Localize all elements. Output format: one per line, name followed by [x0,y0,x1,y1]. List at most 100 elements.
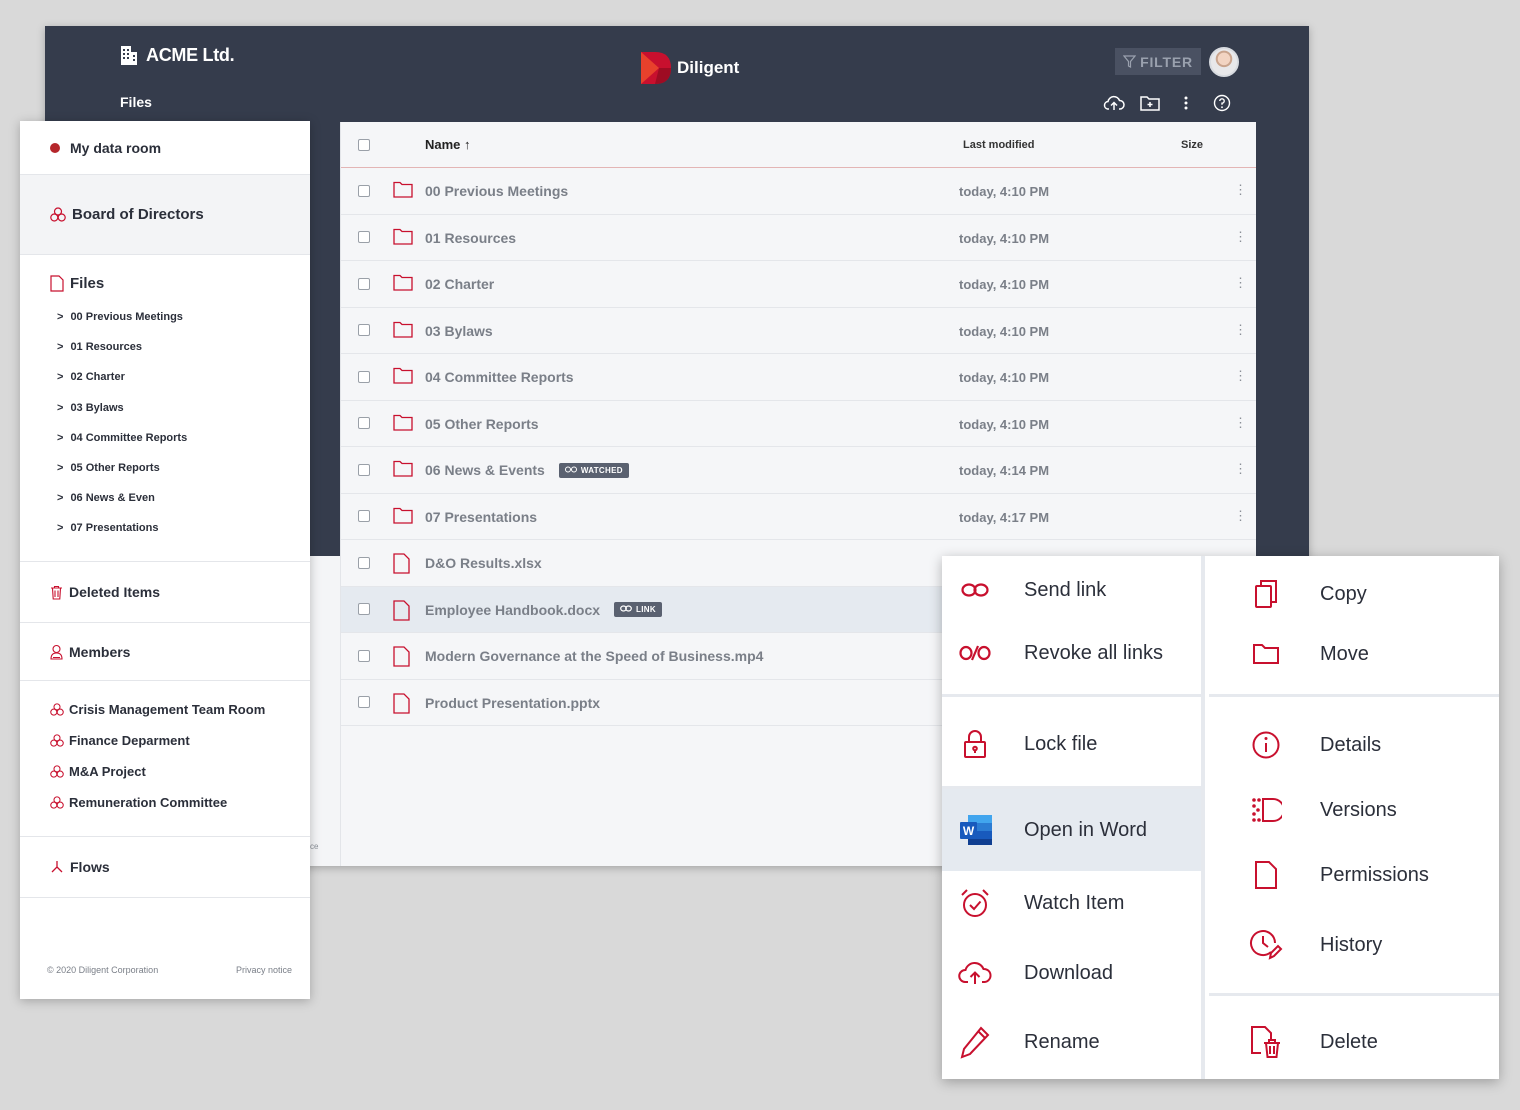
sidebar-item-members[interactable]: Members [20,623,310,681]
row-name[interactable]: 05 Other Reports [425,416,539,432]
column-modified-header[interactable]: Last modified [963,139,1035,151]
menu-item-details[interactable]: Details [1209,722,1499,768]
column-name-header[interactable]: Name ↑ [425,137,471,152]
new-folder-icon[interactable] [1139,92,1161,114]
row-checkbox[interactable] [358,556,370,569]
row-checkbox[interactable] [358,510,370,523]
clock-edit-icon [1249,928,1283,962]
row-more-icon[interactable]: ⋮ [1234,322,1247,338]
row-more-icon[interactable]: ⋮ [1234,461,1247,477]
table-row[interactable]: 00 Previous Meetings today, 4:10 PM ⋮ [341,168,1256,215]
sidebar-folder-item[interactable]: >01 Resources [20,332,310,362]
filter-label: FILTER [1140,53,1193,70]
row-checkbox[interactable] [358,277,370,290]
menu-item-watch-item[interactable]: Watch Item [942,880,1201,926]
table-row[interactable]: 03 Bylaws today, 4:10 PM ⋮ [341,308,1256,354]
members-label: Members [69,643,131,660]
table-row[interactable]: 04 Committee Reports today, 4:10 PM ⋮ [341,354,1256,401]
menu-item-copy[interactable]: Copy [1209,571,1499,617]
row-more-icon[interactable]: ⋮ [1234,415,1247,431]
row-name[interactable]: Modern Governance at the Speed of Busine… [425,648,763,664]
menu-item-delete[interactable]: Delete [1209,1019,1499,1065]
table-row[interactable]: 02 Charter today, 4:10 PM ⋮ [341,261,1256,308]
row-checkbox[interactable] [358,417,370,430]
select-all-checkbox[interactable] [358,138,370,151]
sidebar-item-flows[interactable]: Flows [20,837,310,898]
row-checkbox[interactable] [358,463,370,476]
row-modified: today, 4:10 PM [959,184,1050,199]
sidebar-room-item[interactable]: Crisis Management Team Room [20,694,310,725]
menu-item-open-in-word[interactable]: W Open in Word [942,789,1201,871]
row-checkbox[interactable] [358,184,370,197]
row-name-text: 07 Presentations [425,508,538,525]
menu-item-send-link[interactable]: Send link [942,568,1201,612]
my-data-room-row: My data room [20,140,161,156]
menu-item-revoke-links[interactable]: Revoke all links [942,631,1201,675]
menu-item-move[interactable]: Move [1209,631,1499,677]
sidebar-folder-item[interactable]: >03 Bylaws [20,393,310,423]
context-menu: Send link Revoke all links Lock file W O… [942,556,1499,1079]
filter-button[interactable]: FILTER [1115,48,1201,75]
sidebar-folder-item[interactable]: >05 Other Reports [20,453,310,483]
row-checkbox[interactable] [358,324,370,337]
help-icon[interactable] [1211,92,1233,114]
sidebar-item-my-data-room[interactable]: My data room [20,121,310,175]
row-modified: today, 4:10 PM [959,323,1050,339]
menu-item-history[interactable]: History [1209,922,1499,968]
word-badge-letter: W [963,824,975,838]
privacy-link[interactable]: Privacy notice [236,965,292,975]
row-name[interactable]: Employee Handbook.docx LINK [425,602,662,618]
sidebar-folder-item[interactable]: >04 Committee Reports [20,423,310,453]
row-name[interactable]: 07 Presentations [425,509,537,525]
sidebar-folder-item[interactable]: >00 Previous Meetings [20,302,310,332]
row-more-icon[interactable]: ⋮ [1234,275,1247,291]
row-checkbox[interactable] [358,649,370,662]
row-modified: today, 4:10 PM [959,370,1050,385]
row-name[interactable]: 03 Bylaws [425,323,493,339]
sidebar-folder-item[interactable]: >02 Charter [20,362,310,392]
row-checkbox[interactable] [358,603,370,616]
row-name[interactable]: 04 Committee Reports [425,369,574,385]
sidebar-room-label: Remuneration Committee [69,795,228,810]
diligent-logo: Diligent [639,50,739,86]
row-name[interactable]: 00 Previous Meetings [425,183,568,199]
row-name[interactable]: D&O Results.xlsx [425,555,542,571]
row-name[interactable]: 06 News & Events WATCHED [425,462,629,478]
column-size-header[interactable]: Size [1181,139,1203,151]
more-vertical-icon[interactable] [1175,92,1197,114]
upload-cloud-icon[interactable] [1103,92,1125,114]
row-checkbox[interactable] [358,696,370,709]
row-more-icon[interactable]: ⋮ [1234,508,1247,524]
chevron-right-icon: > [57,341,64,354]
sidebar-room-item[interactable]: Remuneration Committee [20,787,310,818]
sidebar-item-board[interactable]: Board of Directors [20,175,310,255]
sidebar-folder-item[interactable]: >06 News & Even [20,483,310,513]
table-row[interactable]: 07 Presentations today, 4:17 PM ⋮ [341,494,1256,540]
row-checkbox[interactable] [358,370,370,383]
sort-arrow-icon: ↑ [464,137,471,152]
funnel-icon [1123,55,1137,68]
row-more-icon[interactable]: ⋮ [1234,368,1247,384]
table-row[interactable]: 05 Other Reports today, 4:10 PM ⋮ [341,401,1256,447]
sidebar-item-deleted[interactable]: Deleted Items [20,562,310,623]
sidebar-room-item[interactable]: M&A Project [20,756,310,787]
sidebar-item-files[interactable]: Files [20,275,310,292]
row-checkbox[interactable] [358,231,370,244]
row-name[interactable]: 01 Resources [425,230,516,246]
menu-item-permissions[interactable]: Permissions [1209,852,1499,898]
sidebar-room-item[interactable]: Finance Deparment [20,725,310,756]
row-name[interactable]: 02 Charter [425,276,494,292]
breadcrumb[interactable]: Files [120,94,152,110]
menu-item-lock-file[interactable]: Lock file [942,720,1201,768]
row-more-icon[interactable]: ⋮ [1234,182,1247,198]
user-avatar[interactable] [1209,47,1239,77]
row-modified: today, 4:10 PM [959,277,1050,292]
table-row[interactable]: 06 News & Events WATCHED today, 4:14 PM ⋮ [341,447,1256,494]
row-name[interactable]: Product Presentation.pptx [425,695,600,711]
table-row[interactable]: 01 Resources today, 4:10 PM ⋮ [341,215,1256,261]
menu-item-download[interactable]: Download [942,950,1201,996]
sidebar-folder-item[interactable]: >07 Presentations [20,513,310,543]
menu-item-versions[interactable]: Versions [1209,787,1499,833]
menu-item-rename[interactable]: Rename [942,1019,1201,1065]
row-more-icon[interactable]: ⋮ [1234,229,1247,245]
